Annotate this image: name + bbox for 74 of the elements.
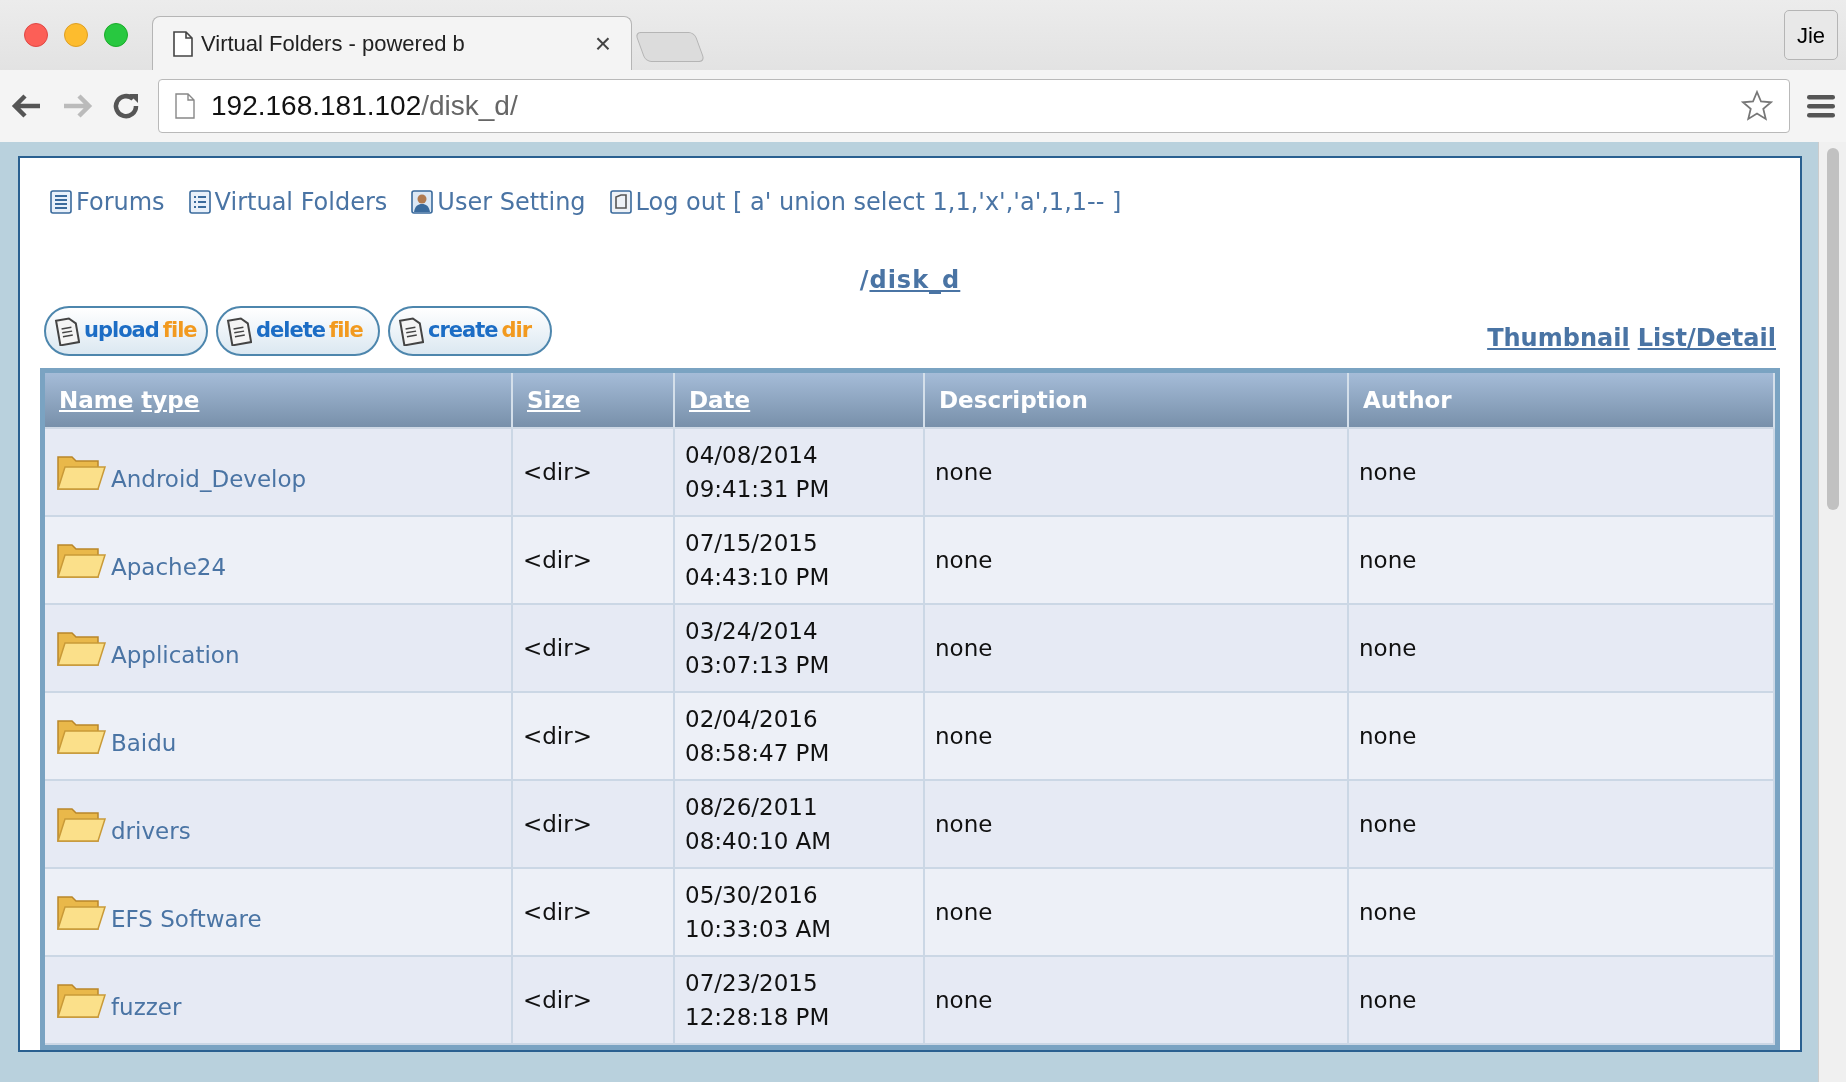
door-icon [609,190,632,214]
sort-link[interactable]: Size [527,386,581,413]
nav-link[interactable]: User Setting [437,184,586,220]
nav-link[interactable]: Log out [ a' union select 1,1,'x','a',1,1-- ] [635,184,1122,220]
profile-button[interactable]: Jie [1783,10,1838,60]
description-cell: none [935,458,993,485]
folder-link[interactable]: Android_Develop [111,468,307,491]
author-cell: none [1359,634,1417,661]
author-cell: none [1359,458,1417,485]
date-cell: 05/30/2016 10:33:03 AM [685,881,832,942]
document-icon [398,316,424,346]
page-icon [173,30,193,57]
folder-link[interactable]: Baidu [111,732,177,755]
tab-title: Virtual Folders - powered b [201,30,466,58]
description-cell: none [935,898,993,925]
size-cell: <dir> [523,634,592,661]
column-header: Author [1363,386,1452,413]
date-cell: 07/23/2015 12:28:18 PM [685,969,830,1030]
sort-link[interactable]: Name [59,386,134,413]
page-icon [175,93,195,119]
view-link[interactable]: List/Detail [1637,320,1776,356]
document-icon [54,316,80,346]
address-bar[interactable]: 192.168.181.102/disk_d/ [158,79,1790,133]
size-cell: <dir> [523,546,592,573]
path-separator: / [859,266,870,294]
size-cell: <dir> [523,986,592,1013]
browser-tab[interactable]: Virtual Folders - powered b × [152,16,632,70]
description-cell: none [935,810,993,837]
nav-link[interactable]: Forums [76,184,165,220]
minimize-window-button[interactable] [64,23,88,47]
action-button[interactable]: create dir [388,306,552,356]
list-icon [50,190,72,214]
description-cell: none [935,722,993,749]
menu-icon[interactable] [1806,93,1836,119]
size-cell: <dir> [523,458,592,485]
author-cell: none [1359,986,1417,1013]
column-header: Description [939,386,1088,413]
author-cell: none [1359,810,1417,837]
user-icon [411,190,434,214]
scrollbar[interactable] [1818,142,1846,1082]
author-cell: none [1359,722,1417,749]
maximize-window-button[interactable] [104,23,128,47]
star-icon[interactable] [1741,90,1773,122]
list-icon [188,190,211,214]
document-icon [226,316,252,346]
size-cell: <dir> [523,722,592,749]
close-window-button[interactable] [24,23,48,47]
description-cell: none [935,634,993,661]
date-cell: 02/04/2016 08:58:47 PM [685,705,830,766]
sort-link[interactable]: Date [689,386,751,413]
action-button[interactable]: upload file [44,306,208,356]
url-path: /disk_d/ [421,90,518,121]
folder-link[interactable]: Application [111,644,240,667]
date-cell: 03/24/2014 03:07:13 PM [685,617,830,678]
url-host: 192.168.181.102 [211,90,422,121]
date-cell: 07/15/2015 04:43:10 PM [685,529,830,590]
size-cell: <dir> [523,898,592,925]
description-cell: none [935,986,993,1013]
author-cell: none [1359,546,1417,573]
folder-link[interactable]: drivers [111,820,191,843]
size-cell: <dir> [523,810,592,837]
close-tab-button[interactable]: × [594,22,611,65]
author-cell: none [1359,898,1417,925]
view-link[interactable]: Thumbnail [1487,320,1630,356]
folder-link[interactable]: fuzzer [111,996,182,1019]
sort-link[interactable]: type [141,386,200,413]
folder-link[interactable]: EFS Software [111,908,262,931]
action-button[interactable]: delete file [216,306,380,356]
date-cell: 04/08/2014 09:41:31 PM [685,441,830,502]
nav-link[interactable]: Virtual Folders [214,184,388,220]
date-cell: 08/26/2011 08:40:10 AM [685,793,832,854]
folder-link[interactable]: Apache24 [111,556,227,579]
folder-path-link[interactable]: disk_d [869,266,961,294]
description-cell: none [935,546,993,573]
